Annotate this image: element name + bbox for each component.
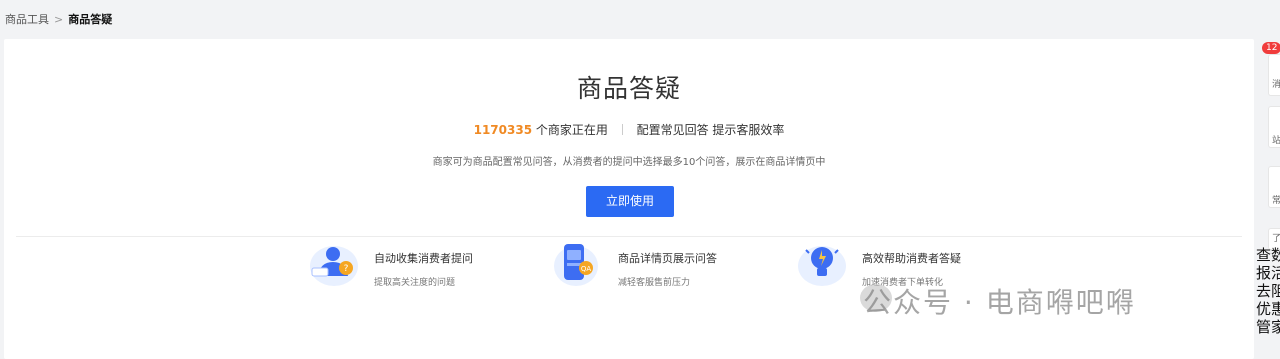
feature-title: 自动收集消费者提问 (374, 252, 473, 265)
cutoff-line: 报活 (1256, 264, 1280, 282)
svg-text:QA: QA (581, 265, 592, 273)
feature-item: QA 商品详情页展示问答 减轻客服售前压力 (550, 238, 717, 288)
watermark: 公众号 · 电商嘚吧嘚 (863, 286, 1136, 319)
feature-title: 高效帮助消费者答疑 (862, 252, 961, 265)
side-tool-label: 站 (1272, 136, 1280, 146)
side-tool-item[interactable]: 常 (1268, 166, 1280, 208)
side-tool-label: 常 (1272, 196, 1280, 206)
side-tool-label: 消 (1272, 80, 1280, 90)
svg-text:?: ? (344, 264, 349, 274)
page-title: 商品答疑 (576, 74, 681, 103)
feature-title: 商品详情页展示问答 (618, 252, 717, 265)
usage-line: 1170335 个商家正在用 配置常见回答 提示客服效率 (4, 121, 1254, 138)
section-divider (16, 236, 1242, 237)
cutoff-panel: 查数 报活 去阻 优惠 管家 (1256, 246, 1280, 336)
side-tool-item[interactable]: 消 (1268, 54, 1280, 96)
cutoff-line: 去阻 (1256, 282, 1280, 300)
side-tool-label: 了 (1272, 234, 1280, 244)
breadcrumb: 商品工具 > 商品答疑 (5, 11, 112, 27)
side-tool-item[interactable]: 站 (1268, 106, 1280, 148)
cutoff-line: 管家 (1256, 318, 1280, 336)
cutoff-line: 优惠 (1256, 300, 1280, 318)
feature-subtitle: 减轻客服售前压力 (618, 278, 691, 288)
use-now-button[interactable]: 立即使用 (586, 186, 674, 217)
divider (621, 124, 623, 135)
phone-qa-icon: QA (550, 238, 606, 288)
merchant-count: 1170335 (473, 123, 533, 137)
breadcrumb-current: 商品答疑 (68, 13, 113, 26)
feature-item: ? 自动收集消费者提问 提取高关注度的问题 (306, 238, 473, 288)
lightbulb-icon (794, 238, 850, 288)
breadcrumb-separator: > (54, 12, 64, 26)
tagline: 配置常见回答 提示客服效率 (636, 123, 785, 137)
feature-subtitle: 提取高关注度的问题 (374, 278, 456, 288)
description: 商家可为商品配置常见问答，从消费者的提问中选择最多10个问答，展示在商品详情页中 (432, 157, 826, 168)
merchant-suffix: 个商家正在用 (535, 123, 608, 137)
user-question-icon: ? (306, 238, 362, 288)
notification-badge: 12 (1262, 42, 1280, 54)
breadcrumb-parent-link[interactable]: 商品工具 (5, 11, 49, 27)
cutoff-line: 查数 (1256, 246, 1280, 264)
